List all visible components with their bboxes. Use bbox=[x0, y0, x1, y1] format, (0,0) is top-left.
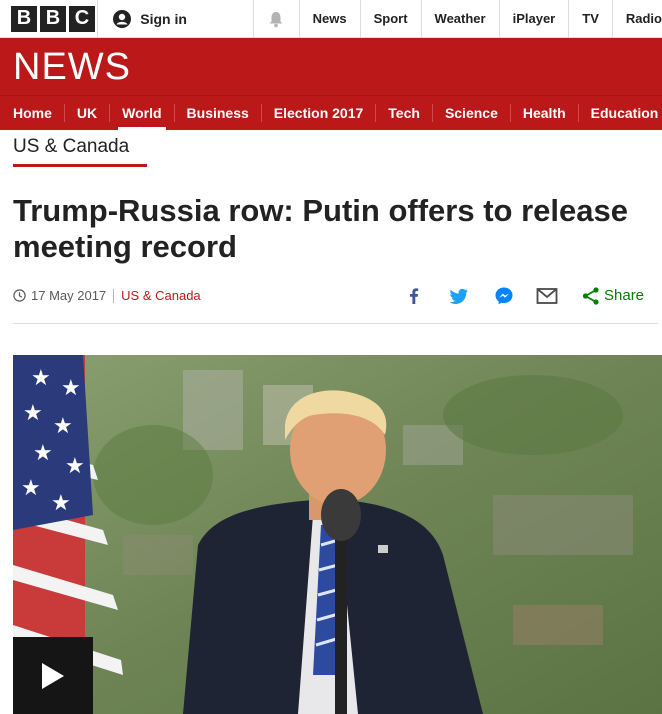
svg-text:★: ★ bbox=[51, 491, 71, 516]
topnav-iplayer[interactable]: iPlayer bbox=[500, 0, 570, 37]
section-nav-business[interactable]: Business bbox=[175, 104, 262, 122]
section-nav-science[interactable]: Science bbox=[433, 104, 511, 122]
svg-text:★: ★ bbox=[53, 414, 73, 439]
section-nav-home[interactable]: Home bbox=[0, 104, 65, 122]
hero-image: ★ ★ ★ ★ ★ ★ ★ ★ bbox=[13, 355, 662, 714]
news-banner: NEWS bbox=[0, 38, 662, 95]
user-icon bbox=[113, 9, 132, 28]
meta-divider-line bbox=[13, 323, 658, 324]
meta-divider bbox=[113, 288, 115, 303]
svg-text:★: ★ bbox=[23, 401, 43, 426]
bbc-logo-letter: B bbox=[40, 5, 66, 32]
article-date: 17 May 2017 bbox=[31, 288, 107, 303]
messenger-icon[interactable] bbox=[493, 285, 515, 307]
bbc-logo[interactable]: B B C bbox=[0, 0, 99, 37]
bbc-logo-letter: B bbox=[11, 5, 37, 32]
section-nav: Home UK World Business Election 2017 Tec… bbox=[0, 95, 662, 130]
topnav-sport[interactable]: Sport bbox=[361, 0, 422, 37]
sign-in-label: Sign in bbox=[140, 10, 187, 27]
article-section-link[interactable]: US & Canada bbox=[121, 288, 201, 303]
section-nav-world[interactable]: World bbox=[110, 104, 175, 130]
svg-text:★: ★ bbox=[61, 376, 81, 401]
global-header: B B C Sign in News Sport Weather iPlayer… bbox=[0, 0, 662, 38]
news-wordmark[interactable]: NEWS bbox=[13, 46, 131, 89]
topnav-news[interactable]: News bbox=[300, 0, 361, 37]
article-meta: 17 May 2017 US & Canada bbox=[13, 288, 201, 303]
top-nav: News Sport Weather iPlayer TV Radio bbox=[300, 0, 662, 37]
article-headline: Trump-Russia row: Putin offers to releas… bbox=[13, 193, 628, 264]
twitter-icon[interactable] bbox=[448, 285, 470, 307]
share-button-label[interactable]: Share bbox=[604, 287, 644, 304]
svg-text:★: ★ bbox=[33, 441, 53, 466]
svg-text:★: ★ bbox=[21, 476, 41, 501]
svg-text:★: ★ bbox=[65, 454, 85, 479]
section-nav-uk[interactable]: UK bbox=[65, 104, 111, 122]
hero-video[interactable]: ★ ★ ★ ★ ★ ★ ★ ★ bbox=[13, 355, 662, 714]
play-icon bbox=[42, 662, 64, 689]
topnav-radio[interactable]: Radio bbox=[613, 0, 662, 37]
section-nav-health[interactable]: Health bbox=[511, 104, 579, 122]
topnav-tv[interactable]: TV bbox=[569, 0, 613, 37]
svg-text:★: ★ bbox=[31, 366, 51, 391]
section-nav-education[interactable]: Education bbox=[579, 104, 662, 122]
clock-icon bbox=[13, 289, 26, 302]
notifications-button[interactable] bbox=[254, 0, 300, 37]
share-icon[interactable] bbox=[580, 285, 602, 307]
facebook-icon[interactable] bbox=[403, 285, 425, 307]
subsection-title[interactable]: US & Canada bbox=[13, 136, 147, 167]
bbc-logo-letter: C bbox=[69, 5, 95, 32]
topnav-weather[interactable]: Weather bbox=[422, 0, 500, 37]
bell-icon bbox=[269, 11, 283, 27]
section-nav-tech[interactable]: Tech bbox=[376, 104, 433, 122]
play-button[interactable] bbox=[13, 637, 93, 714]
email-icon[interactable] bbox=[536, 285, 558, 307]
sign-in-link[interactable]: Sign in bbox=[98, 0, 254, 37]
section-nav-election-2017[interactable]: Election 2017 bbox=[262, 104, 377, 122]
